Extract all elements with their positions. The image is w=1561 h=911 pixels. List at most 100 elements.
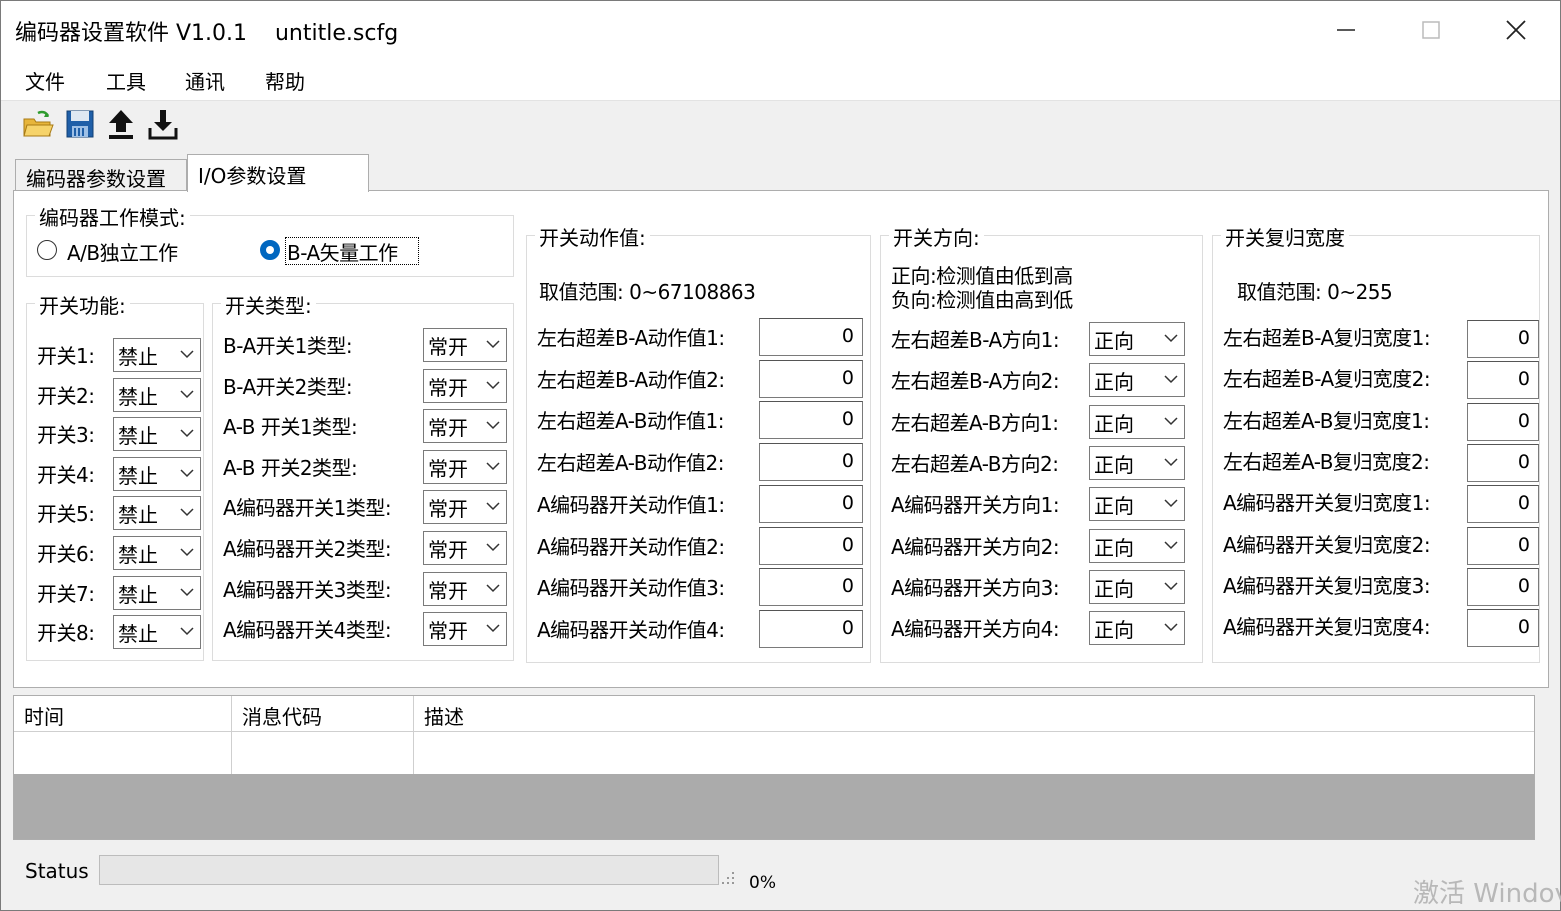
- direction-select[interactable]: 正向: [1089, 528, 1185, 563]
- chevron-down-icon: [180, 627, 194, 636]
- switch-type-select[interactable]: 常开: [423, 409, 507, 444]
- switch-type-select[interactable]: 常开: [423, 531, 507, 565]
- switch-function-select[interactable]: 禁止: [113, 417, 201, 452]
- direction-select[interactable]: 正向: [1089, 487, 1185, 522]
- reset-width-input[interactable]: 0: [1467, 609, 1539, 648]
- tab-encoder-params[interactable]: 编码器参数设置: [15, 159, 187, 193]
- switch-type-select[interactable]: 常开: [423, 328, 507, 362]
- mode-ab-independent-radio[interactable]: [37, 240, 57, 260]
- minimize-button[interactable]: [1303, 1, 1389, 58]
- chevron-down-icon: [486, 584, 500, 592]
- direction-value: 正向: [1094, 535, 1134, 560]
- direction-label: A编码器开关方向3:: [891, 575, 1060, 600]
- log-column-description[interactable]: 描述: [414, 696, 1534, 732]
- switch-function-select[interactable]: 禁止: [113, 496, 201, 531]
- switch-type-title: 开关类型:: [221, 290, 316, 319]
- log-column-code[interactable]: 消息代码: [232, 696, 414, 732]
- direction-title: 开关方向:: [889, 222, 984, 251]
- open-button[interactable]: [21, 106, 55, 142]
- direction-select[interactable]: 正向: [1089, 611, 1185, 646]
- switch-type-select[interactable]: 常开: [423, 571, 507, 606]
- log-column-time[interactable]: 时间: [14, 696, 232, 732]
- message-log-table[interactable]: 时间 消息代码 描述: [13, 695, 1535, 840]
- close-button[interactable]: [1473, 1, 1559, 58]
- switch-type-select[interactable]: 常开: [423, 368, 507, 403]
- minimize-icon: [1337, 28, 1355, 31]
- reset-width-value: 0: [1517, 368, 1530, 391]
- switch-function-select[interactable]: 禁止: [113, 338, 201, 372]
- switch-function-select[interactable]: 禁止: [113, 575, 201, 610]
- action-value-input[interactable]: 0: [759, 359, 863, 398]
- reset-width-input[interactable]: 0: [1467, 526, 1539, 565]
- chevron-down-icon: [180, 548, 194, 557]
- action-value-input[interactable]: 0: [759, 568, 863, 607]
- action-value-label: 左右超差B-A动作值2:: [537, 367, 725, 392]
- action-value-label: 左右超差A-B动作值2:: [537, 451, 724, 476]
- reset-width-input[interactable]: 0: [1467, 567, 1539, 606]
- action-value-input[interactable]: 0: [759, 443, 863, 482]
- switch-type-select[interactable]: 常开: [423, 612, 507, 647]
- reset-width-input[interactable]: 0: [1467, 320, 1539, 358]
- switch-function-select[interactable]: 禁止: [113, 456, 201, 491]
- log-cell-code: [232, 732, 414, 774]
- direction-select[interactable]: 正向: [1089, 322, 1185, 356]
- direction-value: 正向: [1094, 618, 1134, 643]
- direction-label: 左右超差A-B方向2:: [891, 451, 1059, 476]
- direction-select[interactable]: 正向: [1089, 569, 1185, 604]
- chevron-down-icon: [486, 543, 500, 552]
- action-value-value: 0: [841, 408, 854, 431]
- switch-function-value: 禁止: [118, 543, 158, 567]
- direction-label: A编码器开关方向1:: [891, 493, 1060, 518]
- upload-icon: [109, 110, 133, 139]
- action-value-input[interactable]: 0: [759, 401, 863, 440]
- switch-function-title: 开关功能:: [35, 290, 130, 319]
- direction-select[interactable]: 正向: [1089, 363, 1185, 398]
- direction-select[interactable]: 正向: [1089, 404, 1185, 439]
- menu-help[interactable]: 帮助: [261, 66, 309, 95]
- switch-type-select[interactable]: 常开: [423, 490, 507, 525]
- menu-comm[interactable]: 通讯: [181, 66, 229, 95]
- resize-grip-icon[interactable]: [721, 869, 737, 885]
- switch-type-label: A编码器开关3类型:: [223, 577, 392, 602]
- reset-width-input[interactable]: 0: [1467, 485, 1539, 524]
- action-value-input[interactable]: 0: [759, 609, 863, 648]
- switch-function-label: 开关8:: [37, 621, 95, 646]
- save-button[interactable]: [63, 106, 97, 142]
- switch-function-label: 开关4:: [37, 462, 95, 487]
- menu-file[interactable]: 文件: [21, 66, 69, 95]
- tab-io-params[interactable]: I/O参数设置: [187, 154, 369, 192]
- switch-function-select[interactable]: 禁止: [113, 377, 201, 412]
- switch-function-select[interactable]: 禁止: [113, 615, 201, 650]
- action-value-input[interactable]: 0: [759, 318, 863, 356]
- download-button[interactable]: [146, 106, 180, 142]
- menu-tools[interactable]: 工具: [102, 66, 150, 95]
- chevron-down-icon: [486, 624, 500, 633]
- switch-function-value: 禁止: [118, 345, 158, 369]
- reset-width-value: 0: [1517, 450, 1530, 473]
- reset-width-label: 左右超差A-B复归宽度1:: [1223, 408, 1430, 433]
- reset-width-label: A编码器开关复归宽度3:: [1223, 573, 1431, 598]
- reset-width-input[interactable]: 0: [1467, 402, 1539, 441]
- status-bar: Status 0%: [13, 849, 1549, 909]
- maximize-button[interactable]: [1388, 1, 1474, 58]
- action-value-input[interactable]: 0: [759, 526, 863, 565]
- switch-type-select[interactable]: 常开: [423, 449, 507, 484]
- upload-button[interactable]: [104, 106, 138, 142]
- switch-function-select[interactable]: 禁止: [113, 536, 201, 570]
- progress-bar: [99, 855, 719, 885]
- switch-type-group: 开关类型: B-A开关1类型: 常开 B-A开关2类型: 常开 A-B 开关1类型: 常开…: [212, 290, 514, 661]
- status-label: Status: [25, 859, 89, 883]
- toolbar: [1, 100, 1560, 146]
- mode-ba-vector-radio[interactable]: [260, 240, 280, 260]
- action-value-value: 0: [841, 366, 854, 389]
- direction-select[interactable]: 正向: [1089, 445, 1185, 480]
- switch-type-label: A-B 开关2类型:: [223, 455, 358, 480]
- switch-function-value: 禁止: [118, 582, 158, 607]
- reset-width-input[interactable]: 0: [1467, 443, 1539, 482]
- switch-type-label: B-A开关1类型:: [223, 334, 353, 358]
- reset-width-input[interactable]: 0: [1467, 361, 1539, 400]
- log-cell-time: [14, 732, 232, 774]
- table-row[interactable]: [14, 732, 1534, 774]
- reset-width-group: 开关复归宽度 取值范围: 0~255 左右超差B-A复归宽度1: 0 左右超差B-A…: [1212, 222, 1540, 663]
- action-value-input[interactable]: 0: [759, 484, 863, 523]
